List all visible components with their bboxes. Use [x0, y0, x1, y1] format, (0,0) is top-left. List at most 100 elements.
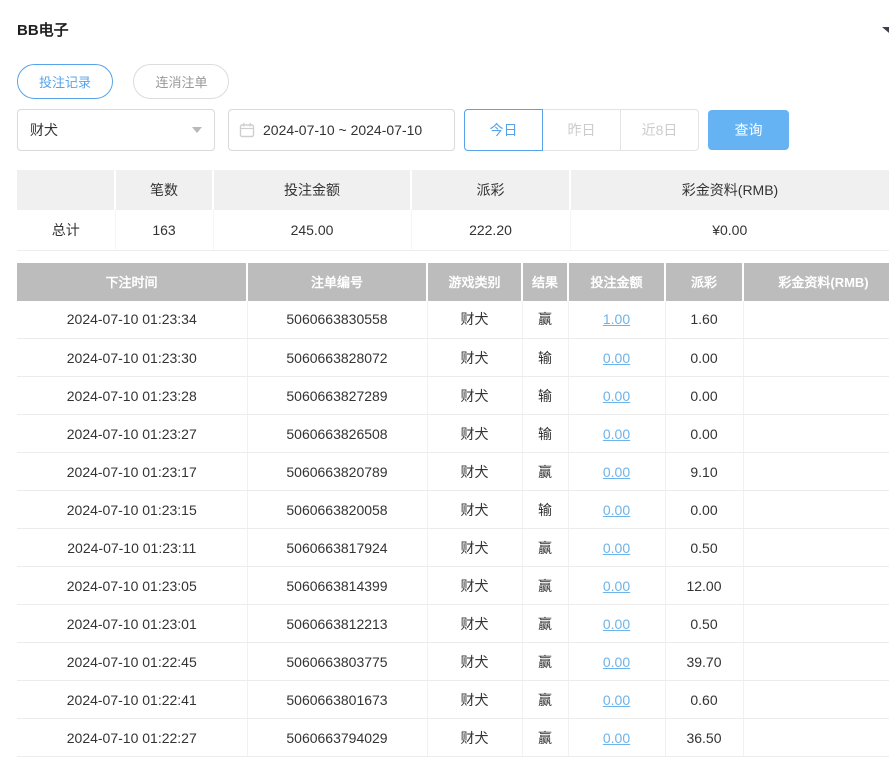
- bonus-cell: [743, 491, 889, 529]
- bet-amount-cell: 0.00: [568, 453, 665, 491]
- summary-bonus: ¥0.00: [570, 210, 889, 250]
- bet-amount-cell: 0.00: [568, 567, 665, 605]
- game-select[interactable]: 财犬: [17, 109, 215, 151]
- bet-amount-link[interactable]: 0.00: [603, 616, 630, 632]
- bet-time-cell: 2024-07-10 01:23:27: [17, 415, 247, 453]
- order-number-cell: 5060663820789: [247, 453, 427, 491]
- result-cell: 输: [522, 491, 568, 529]
- bonus-cell: [743, 529, 889, 567]
- table-row: 2024-07-10 01:23:275060663826508财犬输0.000…: [17, 415, 889, 453]
- calendar-icon: [239, 122, 255, 138]
- tab-cancelled-orders[interactable]: 连消注单: [133, 64, 229, 99]
- bonus-cell: [743, 681, 889, 719]
- summary-header-2: 投注金额: [213, 170, 411, 210]
- summary-header-1: 笔数: [115, 170, 213, 210]
- summary-header-row: 笔数投注金额派彩彩金资料(RMB): [17, 170, 889, 210]
- order-number-cell: 5060663830558: [247, 301, 427, 339]
- bet-time-cell: 2024-07-10 01:23:05: [17, 567, 247, 605]
- game-type-cell: 财犬: [427, 567, 522, 605]
- bet-time-cell: 2024-07-10 01:22:41: [17, 681, 247, 719]
- bet-amount-link[interactable]: 0.00: [603, 540, 630, 556]
- order-number-cell: 5060663801673: [247, 681, 427, 719]
- today-button[interactable]: 今日: [464, 109, 543, 151]
- records-table: 下注时间注单编号游戏类别结果投注金额派彩彩金资料(RMB) 2024-07-10…: [17, 263, 889, 757]
- records-table-body: 2024-07-10 01:23:345060663830558财犬赢1.001…: [17, 301, 889, 757]
- quick-date-buttons: 今日 昨日 近8日: [464, 109, 699, 151]
- bonus-cell: [743, 643, 889, 681]
- query-button[interactable]: 查询: [708, 110, 789, 150]
- payout-cell: 1.60: [665, 301, 743, 339]
- yesterday-button[interactable]: 昨日: [542, 109, 621, 151]
- bet-amount-link[interactable]: 0.00: [603, 350, 630, 366]
- summary-table: 笔数投注金额派彩彩金资料(RMB) 总计 163 245.00 222.20 ¥…: [17, 170, 889, 251]
- bet-amount-cell: 0.00: [568, 415, 665, 453]
- bet-time-cell: 2024-07-10 01:23:34: [17, 301, 247, 339]
- records-header-bet-time: 下注时间: [17, 263, 247, 301]
- chevron-down-icon: [192, 127, 202, 133]
- bonus-cell: [743, 605, 889, 643]
- payout-cell: 0.60: [665, 681, 743, 719]
- result-cell: 赢: [522, 605, 568, 643]
- game-type-cell: 财犬: [427, 339, 522, 377]
- bet-amount-link[interactable]: 0.00: [603, 464, 630, 480]
- game-select-value: 财犬: [30, 120, 58, 140]
- bet-amount-link[interactable]: 0.00: [603, 388, 630, 404]
- bet-amount-cell: 0.00: [568, 605, 665, 643]
- bet-amount-cell: 0.00: [568, 643, 665, 681]
- bet-amount-link[interactable]: 0.00: [603, 502, 630, 518]
- payout-cell: 0.50: [665, 529, 743, 567]
- bet-amount-link[interactable]: 0.00: [603, 692, 630, 708]
- result-cell: 赢: [522, 643, 568, 681]
- bet-amount-cell: 0.00: [568, 377, 665, 415]
- last-8-days-button[interactable]: 近8日: [620, 109, 699, 151]
- table-row: 2024-07-10 01:23:285060663827289财犬输0.000…: [17, 377, 889, 415]
- game-type-cell: 财犬: [427, 529, 522, 567]
- bet-records-panel: BB电子 投注记录 连消注单 财犬 2024-07-10 ~ 2024-07-1…: [0, 0, 889, 757]
- bonus-cell: [743, 339, 889, 377]
- order-number-cell: 5060663812213: [247, 605, 427, 643]
- summary-header-3: 派彩: [411, 170, 570, 210]
- records-header-game-type: 游戏类别: [427, 263, 522, 301]
- payout-cell: 12.00: [665, 567, 743, 605]
- order-number-cell: 5060663820058: [247, 491, 427, 529]
- table-row: 2024-07-10 01:22:455060663803775财犬赢0.003…: [17, 643, 889, 681]
- summary-header-4: 彩金资料(RMB): [570, 170, 889, 210]
- result-cell: 输: [522, 339, 568, 377]
- bet-time-cell: 2024-07-10 01:23:28: [17, 377, 247, 415]
- table-row: 2024-07-10 01:23:175060663820789财犬赢0.009…: [17, 453, 889, 491]
- table-row: 2024-07-10 01:23:015060663812213财犬赢0.000…: [17, 605, 889, 643]
- payout-cell: 0.00: [665, 339, 743, 377]
- order-number-cell: 5060663803775: [247, 643, 427, 681]
- game-type-cell: 财犬: [427, 415, 522, 453]
- game-type-cell: 财犬: [427, 377, 522, 415]
- payout-cell: 0.50: [665, 605, 743, 643]
- game-type-cell: 财犬: [427, 453, 522, 491]
- bet-amount-link[interactable]: 1.00: [603, 311, 630, 327]
- result-cell: 赢: [522, 453, 568, 491]
- date-range-picker[interactable]: 2024-07-10 ~ 2024-07-10: [228, 109, 455, 151]
- payout-cell: 0.00: [665, 415, 743, 453]
- table-row: 2024-07-10 01:23:115060663817924财犬赢0.000…: [17, 529, 889, 567]
- cursor-artifact-icon: [882, 27, 889, 38]
- result-cell: 输: [522, 415, 568, 453]
- tab-bet-records[interactable]: 投注记录: [17, 64, 113, 99]
- game-type-cell: 财犬: [427, 605, 522, 643]
- records-header-bonus: 彩金资料(RMB): [743, 263, 889, 301]
- bonus-cell: [743, 301, 889, 339]
- result-cell: 赢: [522, 301, 568, 339]
- bet-amount-link[interactable]: 0.00: [603, 426, 630, 442]
- order-number-cell: 5060663817924: [247, 529, 427, 567]
- payout-cell: 39.70: [665, 643, 743, 681]
- table-row: 2024-07-10 01:23:155060663820058财犬输0.000…: [17, 491, 889, 529]
- date-range-value: 2024-07-10 ~ 2024-07-10: [263, 122, 422, 138]
- bet-amount-cell: 0.00: [568, 491, 665, 529]
- result-cell: 赢: [522, 529, 568, 567]
- order-number-cell: 5060663827289: [247, 377, 427, 415]
- tab-bar: 投注记录 连消注单: [17, 64, 889, 99]
- bet-amount-link[interactable]: 0.00: [603, 654, 630, 670]
- bet-time-cell: 2024-07-10 01:23:30: [17, 339, 247, 377]
- bet-amount-link[interactable]: 0.00: [603, 578, 630, 594]
- bet-time-cell: 2024-07-10 01:23:17: [17, 453, 247, 491]
- table-row: 2024-07-10 01:22:415060663801673财犬赢0.000…: [17, 681, 889, 719]
- table-row: 2024-07-10 01:23:055060663814399财犬赢0.001…: [17, 567, 889, 605]
